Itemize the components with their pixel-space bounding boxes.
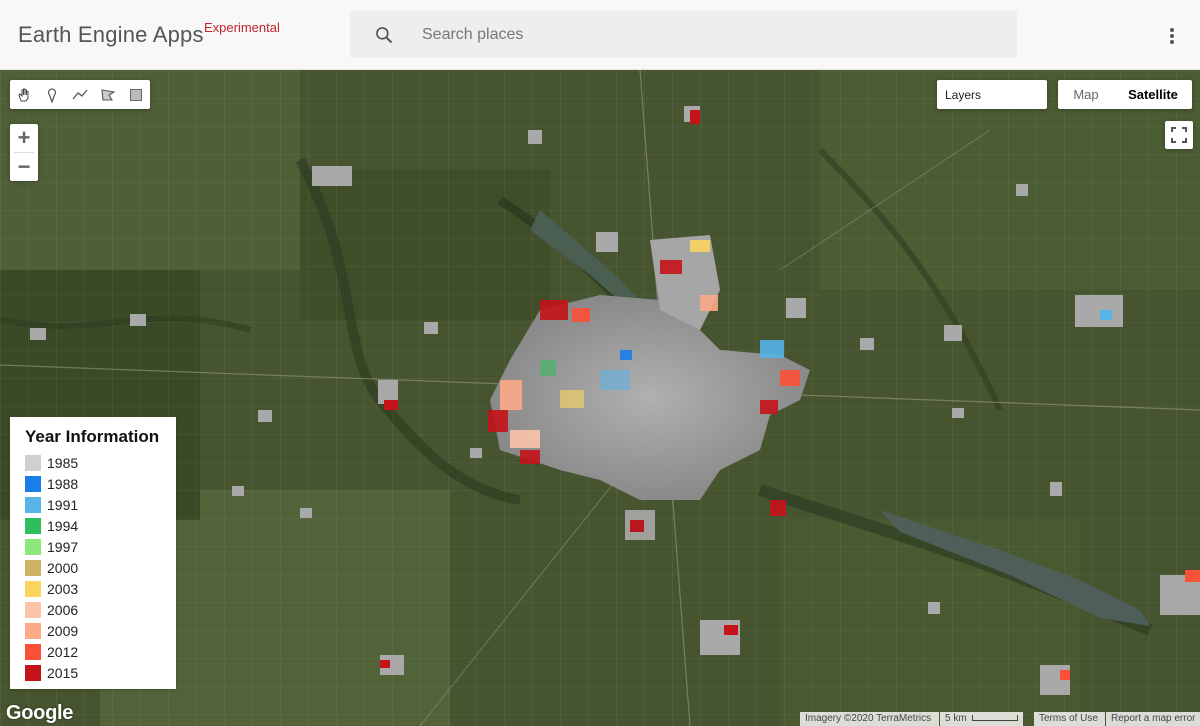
fullscreen-icon[interactable]	[1165, 121, 1193, 149]
legend-swatch	[25, 559, 41, 576]
search-icon[interactable]	[374, 25, 394, 45]
map-type-control: Map Satellite	[1058, 80, 1192, 109]
app-title: Earth Engine Apps	[18, 22, 204, 47]
legend-swatch	[25, 475, 41, 492]
google-logo[interactable]: Google	[6, 702, 73, 725]
legend-label: 1988	[47, 475, 79, 492]
legend-item: 1985	[25, 452, 176, 473]
legend-label: 2015	[47, 664, 79, 681]
drawing-tools	[10, 80, 150, 109]
report-map-error-link[interactable]: Report a map error	[1106, 712, 1200, 726]
legend-label: 1985	[47, 454, 79, 471]
legend-item: 1994	[25, 515, 176, 536]
satellite-imagery	[0, 70, 1200, 726]
legend-swatch	[25, 643, 41, 660]
legend-item: 2000	[25, 557, 176, 578]
legend-label: 2000	[47, 559, 79, 576]
map-canvas[interactable]: + − Layers Map Satellite Year Informatio…	[0, 70, 1200, 726]
legend-label: 2012	[47, 643, 79, 660]
legend-label: 2009	[47, 622, 79, 639]
rectangle-icon[interactable]	[122, 80, 150, 109]
scale-label: 5 km	[945, 713, 967, 724]
legend-swatch	[25, 622, 41, 639]
legend-title: Year Information	[25, 427, 160, 446]
terms-link[interactable]: Terms of Use	[1034, 712, 1105, 726]
map-type-map-button[interactable]: Map	[1058, 80, 1114, 109]
legend-label: 1991	[47, 496, 79, 513]
search-input[interactable]	[422, 11, 1002, 58]
zoom-in-button[interactable]: +	[10, 124, 38, 152]
legend-item: 2006	[25, 599, 176, 620]
zoom-out-button[interactable]: −	[10, 153, 38, 181]
layers-dropdown[interactable]: Layers	[937, 80, 1047, 109]
search-box[interactable]	[350, 11, 1017, 58]
legend-label: 2006	[47, 601, 79, 618]
legend-item: 2009	[25, 620, 176, 641]
legend-swatch	[25, 454, 41, 471]
legend-swatch	[25, 517, 41, 534]
scale-control[interactable]: 5 km	[940, 712, 1023, 726]
legend-item: 1997	[25, 536, 176, 557]
legend-item: 2015	[25, 662, 176, 683]
zoom-control: + −	[10, 124, 38, 181]
app-header: Earth Engine Apps Experimental	[0, 0, 1200, 70]
marker-icon[interactable]	[38, 80, 66, 109]
legend-item: 2003	[25, 578, 176, 599]
more-vert-icon[interactable]	[1158, 20, 1186, 50]
legend-swatch	[25, 538, 41, 555]
scale-bar	[971, 715, 1018, 722]
imagery-attribution: Imagery ©2020 TerraMetrics	[800, 712, 939, 726]
legend-label: 1997	[47, 538, 79, 555]
legend-label: 1994	[47, 517, 79, 534]
legend-panel: Year Information 1985 1988 1991 1994 1997 200…	[10, 417, 176, 689]
polygon-icon[interactable]	[94, 80, 122, 109]
legend-item: 2012	[25, 641, 176, 662]
map-type-satellite-button[interactable]: Satellite	[1114, 80, 1192, 109]
hand-icon[interactable]	[10, 80, 38, 109]
legend-swatch	[25, 580, 41, 597]
legend-item: 1988	[25, 473, 176, 494]
legend-label: 2003	[47, 580, 79, 597]
legend-item: 1991	[25, 494, 176, 515]
legend-swatch	[25, 496, 41, 513]
line-icon[interactable]	[66, 80, 94, 109]
legend-swatch	[25, 664, 41, 681]
legend-swatch	[25, 601, 41, 618]
experimental-badge: Experimental	[204, 20, 280, 35]
legend-list: 1985 1988 1991 1994 1997 2000 2003 2006 2009 2012…	[25, 452, 176, 683]
